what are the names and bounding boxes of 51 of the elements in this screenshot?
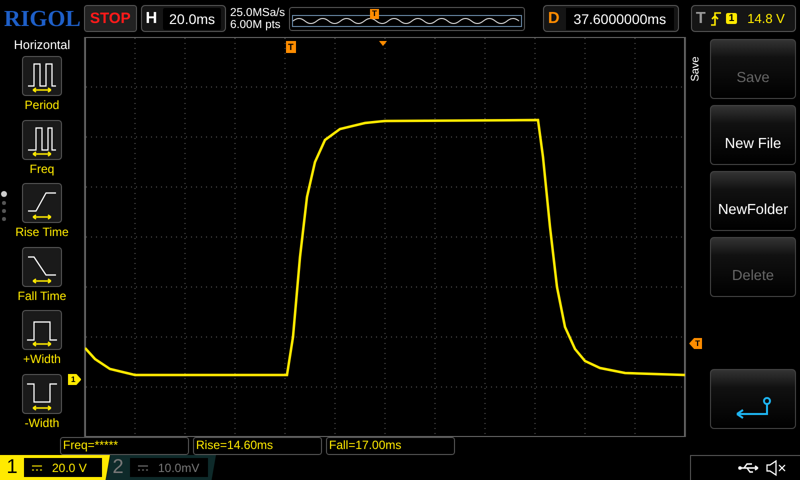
memory-depth: 6.00M pts (230, 18, 282, 30)
menu-button[interactable]: New File (710, 105, 796, 165)
dc-coupling-icon (138, 464, 148, 470)
measure-icon[interactable] (22, 120, 62, 160)
timebase-value: 20.0ms (163, 8, 222, 30)
trigger-panel[interactable]: T 1 14.8 V (690, 5, 796, 32)
delay-value: 37.6000000ms (566, 8, 674, 30)
back-button[interactable] (710, 369, 796, 429)
menu-button[interactable]: NewFolder (710, 171, 796, 231)
trigger-label: T (696, 10, 706, 28)
measure-icon[interactable] (22, 310, 62, 350)
measure-icon[interactable] (22, 374, 62, 414)
delay-panel[interactable]: D 37.6000000ms (543, 5, 679, 32)
trigger-level: 14.8 V (747, 11, 785, 26)
channel-number: 1 (5, 456, 19, 479)
menu-title: Save (690, 56, 702, 82)
timebase-panel[interactable]: H 20.0ms (140, 5, 226, 32)
measure-label: -Width (24, 416, 60, 430)
trigger-position-marker: T (370, 8, 379, 18)
delay-label: D (548, 10, 560, 28)
measure-label: Period (24, 98, 60, 112)
trigger-point-icon (379, 41, 387, 46)
channel-tab[interactable]: 2 10.0mV (106, 455, 216, 480)
sample-rate: 25.0MSa/s (230, 6, 286, 18)
trigger-source: 1 (726, 13, 738, 24)
channel-scale: 20.0 V (52, 460, 87, 474)
timebase-label: H (146, 10, 158, 28)
trigger-marker[interactable]: T (286, 41, 296, 53)
channel-marker[interactable]: 1 (68, 374, 82, 385)
measure-label: Rise Time (15, 225, 69, 239)
speaker-muted-icon (766, 460, 786, 476)
usb-icon (738, 462, 760, 474)
overview-wave-icon (292, 14, 522, 26)
rising-edge-icon (710, 12, 722, 26)
measure-label: Freq (30, 162, 54, 176)
channel-number: 2 (111, 456, 125, 479)
channel-scale: 10.0mV (158, 460, 200, 474)
menu-title: Horizontal (14, 38, 70, 52)
measure-icon[interactable] (22, 56, 62, 96)
channel-tab[interactable]: 1 20.0 V (0, 455, 110, 480)
measure-label: +Width (23, 352, 61, 366)
brand-logo: RIGOL (4, 6, 80, 32)
measure-label: Fall Time (18, 288, 66, 302)
run-stop-status[interactable]: STOP (84, 5, 137, 32)
measure-icon[interactable] (22, 183, 62, 223)
measure-icon[interactable] (22, 246, 62, 286)
measurement-readout: Rise=14.60ms (193, 437, 322, 455)
dc-coupling-icon (32, 464, 42, 470)
trigger-level-marker[interactable]: T (689, 338, 702, 349)
measurement-readout: Fall=17.00ms (326, 437, 455, 455)
measurement-readout: Freq=***** (60, 437, 189, 455)
